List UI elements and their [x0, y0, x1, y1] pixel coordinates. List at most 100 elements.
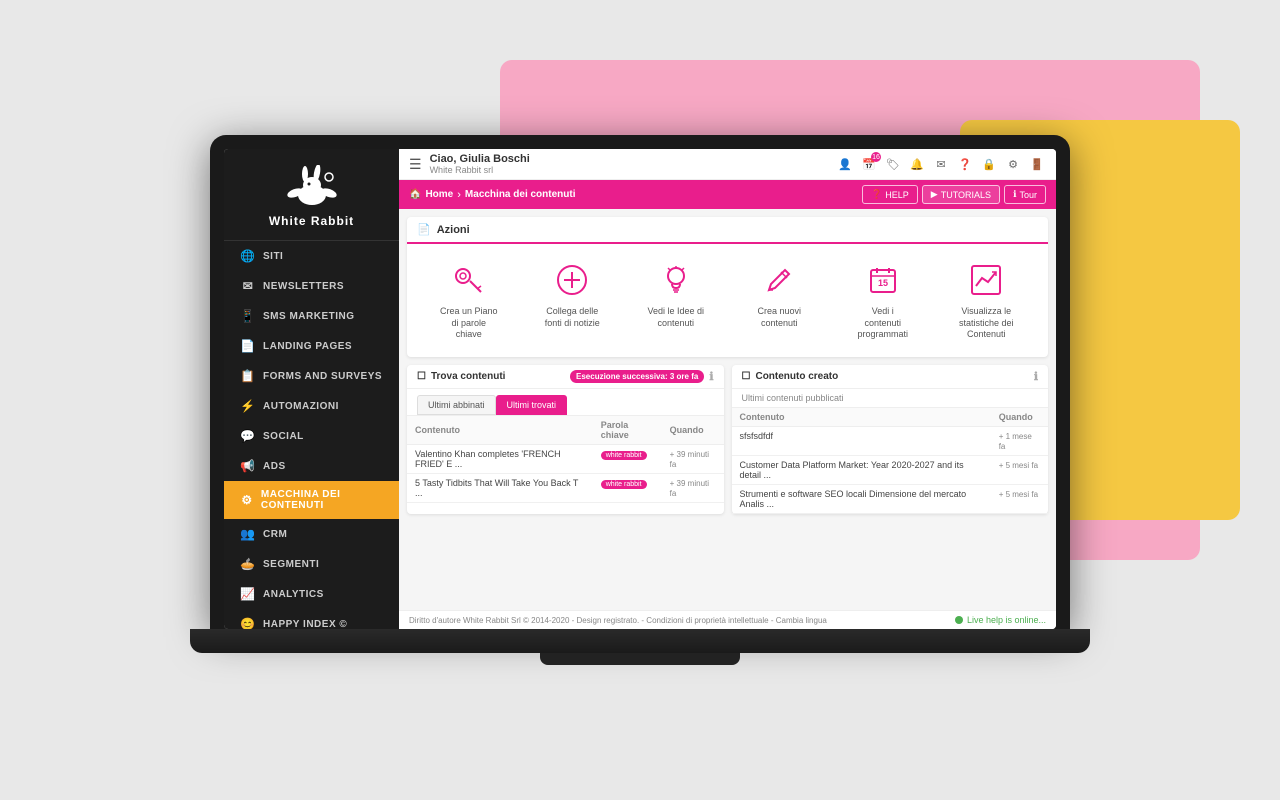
azione-programmati[interactable]: 15 Vedi icontenutiprogrammati: [831, 254, 935, 347]
laptop-screen: White Rabbit 🌐 SITI ✉NEWSLETTERS📱SMS MARKE…: [210, 135, 1070, 629]
sidebar-item-sms[interactable]: 📱SMS MARKETING: [224, 301, 399, 331]
sidebar-nav: 🌐 SITI ✉NEWSLETTERS📱SMS MARKETING📄LANDING …: [224, 241, 399, 629]
azioni-card: 📄 Azioni: [407, 217, 1048, 357]
tutorials-btn-icon: ▶: [931, 189, 938, 200]
azioni-header: 📄 Azioni: [407, 217, 1048, 244]
envelope-icon[interactable]: ✉: [932, 155, 950, 173]
nav-icon-automazioni: ⚡: [241, 399, 255, 413]
azioni-grid: Crea un Pianodi parolechiave: [407, 244, 1048, 357]
calendar-prog-icon: 15: [863, 260, 903, 300]
nav-icon-segmenti: 🥧: [241, 557, 255, 571]
app-container: White Rabbit 🌐 SITI ✉NEWSLETTERS📱SMS MARKE…: [224, 149, 1056, 629]
azione-statistiche[interactable]: Visualizza lestatistiche deiContenuti: [935, 254, 1039, 347]
breadcrumb-bar: 🏠 Home › Macchina dei contenuti ❓ HELP: [399, 180, 1056, 209]
cell-contenuto-creato: sfsfsdfdf: [732, 427, 991, 456]
settings-icon[interactable]: ⚙: [1004, 155, 1022, 173]
nav-icon-happy: 😊: [241, 617, 255, 629]
col-contenuto-trova: Contenuto: [407, 416, 593, 445]
sidebar-item-landing[interactable]: 📄LANDING PAGES: [224, 331, 399, 361]
live-dot: [955, 616, 963, 624]
cell-contenuto-creato: Customer Data Platform Market: Year 2020…: [732, 456, 991, 485]
contenuto-info-icon[interactable]: ℹ: [1034, 370, 1038, 383]
breadcrumb-page-label: Macchina dei contenuti: [465, 189, 576, 200]
trova-table: Contenuto Parola chiave Quando Valentino…: [407, 416, 724, 503]
topbar: ☰ Ciao, Giulia Boschi White Rabbit srl 👤…: [399, 149, 1056, 180]
sidebar-brand-text: White Rabbit: [269, 214, 354, 228]
col-quando-trova: Quando: [662, 416, 724, 445]
tour-button[interactable]: ℹ Tour: [1004, 185, 1046, 204]
sidebar-item-happy[interactable]: 😊HAPPY INDEX ©: [224, 609, 399, 629]
white-rabbit-logo-icon: [277, 165, 347, 210]
contenuto-creato-header: ☐ Contenuto creato ℹ: [732, 365, 1049, 389]
table-row: Customer Data Platform Market: Year 2020…: [732, 456, 1049, 485]
sidebar-item-forms[interactable]: 📋FORMS AND SURVEYS: [224, 361, 399, 391]
nav-label-social: SOCIAL: [263, 431, 304, 442]
col-quando-creato: Quando: [991, 408, 1048, 427]
topbar-user-info: Ciao, Giulia Boschi White Rabbit srl: [430, 153, 836, 175]
nav-icon-ads: 📢: [241, 459, 255, 473]
document-icon: 📄: [417, 223, 431, 236]
table-row: sfsfsdfdf + 1 mese fa: [732, 427, 1049, 456]
contenuto-creato-card: ☐ Contenuto creato ℹ Ultimi contenuti pu…: [732, 365, 1049, 514]
azione-nuovi[interactable]: Crea nuovicontenuti: [728, 254, 832, 347]
cell-keyword: white rabbit: [593, 445, 662, 474]
svg-text:15: 15: [878, 278, 888, 288]
cell-contenuto: 5 Tasty Tidbits That Will Take You Back …: [407, 474, 593, 503]
breadcrumb-home[interactable]: 🏠 Home: [409, 189, 453, 200]
help-button[interactable]: ❓ HELP: [862, 185, 918, 204]
azione-fonti-label: Collega dellefonti di notizie: [545, 306, 600, 329]
breadcrumb-current: Macchina dei contenuti: [465, 189, 576, 200]
cell-quando-creato: + 1 mese fa: [991, 427, 1048, 456]
trova-contenuti-header: ☐ Trova contenuti Esecuzione successiva:…: [407, 365, 724, 389]
sidebar-item-automazioni[interactable]: ⚡AUTOMAZIONI: [224, 391, 399, 421]
pencil-icon: [759, 260, 799, 300]
checkbox-icon-2: ☐: [742, 371, 751, 382]
trova-info-icon[interactable]: ℹ: [709, 370, 713, 383]
hamburger-icon[interactable]: ☰: [409, 156, 422, 173]
users-icon[interactable]: 👤: [836, 155, 854, 173]
azione-statistiche-label: Visualizza lestatistiche deiContenuti: [959, 306, 1014, 341]
azione-idee-label: Vedi le Idee dicontenuti: [647, 306, 704, 329]
help-icon[interactable]: ❓: [956, 155, 974, 173]
sidebar-item-segmenti[interactable]: 🥧 SEGMENTI: [224, 549, 399, 579]
table-row: Valentino Khan completes 'FRENCH FRIED' …: [407, 445, 724, 474]
tour-btn-label: Tour: [1019, 190, 1037, 200]
sidebar-logo-area: White Rabbit: [224, 149, 399, 241]
sidebar-item-macchina[interactable]: ⚙MACCHINA DEI CONTENUTI: [224, 481, 399, 519]
nav-label-siti: SITI: [263, 251, 283, 262]
nav-label-macchina: MACCHINA DEI CONTENUTI: [261, 489, 385, 511]
cell-quando-creato: + 5 mesi fa: [991, 485, 1048, 514]
sidebar-item-siti[interactable]: 🌐 SITI: [224, 241, 399, 271]
sidebar-item-crm[interactable]: 👥CRM: [224, 519, 399, 549]
tour-btn-icon: ℹ: [1013, 189, 1016, 200]
laptop-mockup: White Rabbit 🌐 SITI ✉NEWSLETTERS📱SMS MARKE…: [190, 135, 1090, 665]
sidebar-item-ads[interactable]: 📢ADS: [224, 451, 399, 481]
azioni-title: Azioni: [437, 224, 470, 236]
trova-tabs: Ultimi abbinati Ultimi trovati: [407, 389, 724, 416]
lock-icon[interactable]: 🔒: [980, 155, 998, 173]
logout-icon[interactable]: 🚪: [1028, 155, 1046, 173]
footer: Diritto d'autore White Rabbit Srl © 2014…: [399, 610, 1056, 629]
sidebar-item-analytics[interactable]: 📈ANALYTICS: [224, 579, 399, 609]
nav-icon-siti: 🌐: [241, 249, 255, 263]
bell-icon[interactable]: 🔔: [908, 155, 926, 173]
tutorials-button[interactable]: ▶ TUTORIALS: [922, 185, 1000, 204]
user-greeting: Ciao, Giulia Boschi: [430, 153, 836, 165]
tab-ultimi-abbinati[interactable]: Ultimi abbinati: [417, 395, 496, 415]
nav-icon-social: 💬: [241, 429, 255, 443]
tag-icon[interactable]: 🏷: [884, 155, 902, 173]
azione-fonti[interactable]: Collega dellefonti di notizie: [521, 254, 625, 347]
azione-idee[interactable]: Vedi le Idee dicontenuti: [624, 254, 728, 347]
main-content: ☰ Ciao, Giulia Boschi White Rabbit srl 👤…: [399, 149, 1056, 629]
live-help[interactable]: Live help is online...: [955, 615, 1046, 625]
nav-label-segmenti: SEGMENTI: [263, 559, 319, 570]
azione-piano[interactable]: Crea un Pianodi parolechiave: [417, 254, 521, 347]
cell-contenuto-creato: Strumenti e software SEO locali Dimensio…: [732, 485, 991, 514]
calendar-icon[interactable]: 📅 16: [860, 155, 878, 173]
sidebar-item-social[interactable]: 💬 SOCIAL: [224, 421, 399, 451]
help-btn-icon: ❓: [871, 189, 882, 200]
nav-label-analytics: ANALYTICS: [263, 589, 324, 600]
sidebar-item-newsletters[interactable]: ✉NEWSLETTERS: [224, 271, 399, 301]
tab-ultimi-trovati[interactable]: Ultimi trovati: [496, 395, 568, 415]
nav-label-crm: CRM: [263, 529, 287, 540]
